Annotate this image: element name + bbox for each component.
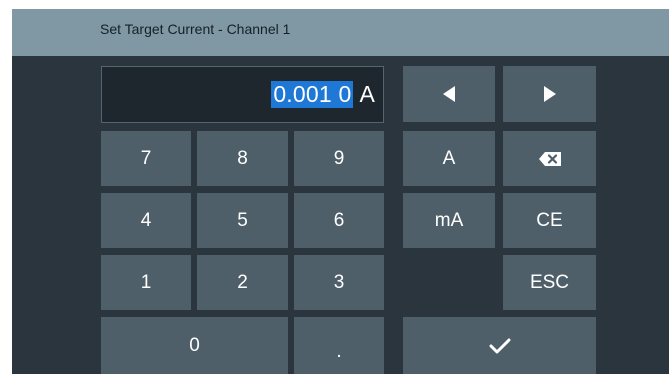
value-display[interactable]: 0.001 0 A — [101, 66, 384, 123]
key-7[interactable]: 7 — [101, 131, 191, 186]
key-6[interactable]: 6 — [294, 193, 384, 248]
key-2[interactable]: 2 — [197, 255, 288, 310]
key-1[interactable]: 1 — [101, 255, 191, 310]
unit-ma-button[interactable]: mA — [403, 193, 495, 248]
key-decimal-point[interactable]: . — [294, 317, 384, 374]
arrow-left-icon — [443, 86, 455, 102]
escape-button[interactable]: ESC — [503, 255, 596, 310]
checkmark-icon — [489, 338, 510, 353]
arrow-right-icon — [543, 86, 556, 102]
cursor-left-button[interactable] — [403, 66, 495, 122]
clear-entry-button[interactable]: CE — [503, 193, 596, 248]
key-8[interactable]: 8 — [197, 131, 288, 186]
key-3[interactable]: 3 — [294, 255, 384, 310]
title-bar: Set Target Current - Channel 1 — [12, 9, 669, 56]
backspace-icon — [538, 151, 561, 166]
key-4[interactable]: 4 — [101, 193, 191, 248]
unit-a-button[interactable]: A — [403, 131, 495, 186]
key-0[interactable]: 0 — [101, 317, 288, 374]
selected-value: 0.001 0 — [271, 81, 354, 108]
value-unit: A — [359, 81, 375, 107]
dialog-title: Set Target Current - Channel 1 — [100, 21, 291, 37]
enter-button[interactable] — [403, 317, 596, 374]
key-5[interactable]: 5 — [197, 193, 288, 248]
key-9[interactable]: 9 — [294, 131, 384, 186]
cursor-right-button[interactable] — [503, 66, 596, 122]
set-target-current-dialog: Set Target Current - Channel 1 0.001 0 A… — [12, 9, 669, 374]
backspace-button[interactable] — [503, 131, 596, 186]
